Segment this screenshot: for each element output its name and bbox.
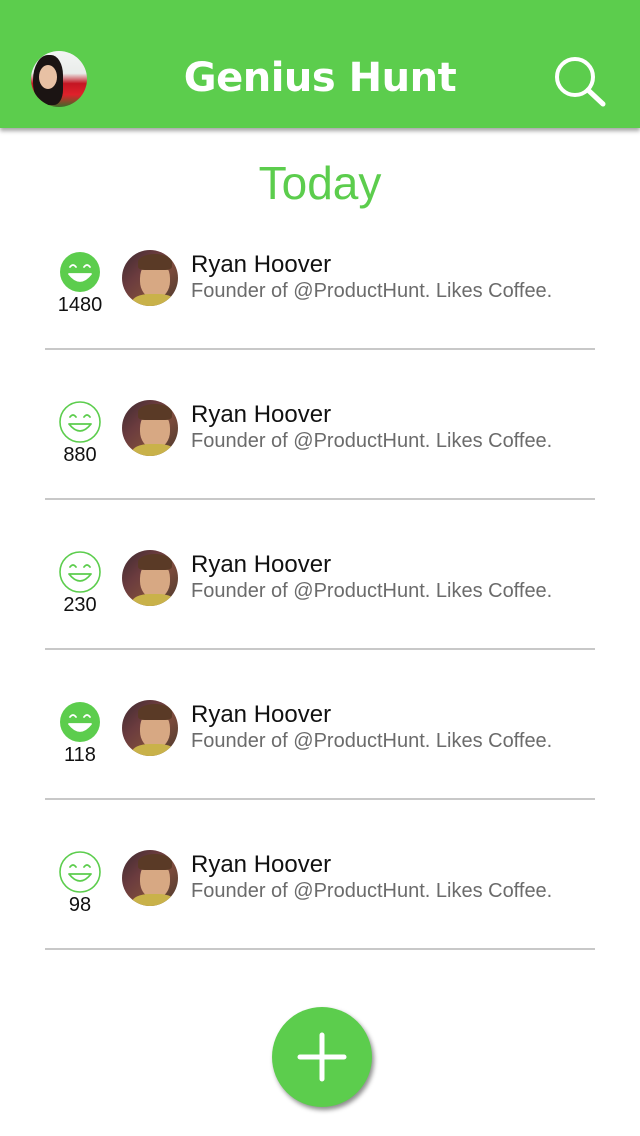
smiley-icon: [59, 401, 101, 443]
search-button[interactable]: [550, 52, 610, 108]
vote-count: 98: [68, 894, 92, 916]
vote-count: 230: [63, 594, 97, 616]
upvote-button[interactable]: 880: [50, 400, 110, 480]
avatar-shirt: [132, 894, 176, 906]
avatar-hair: [138, 254, 172, 270]
divider: [45, 498, 595, 500]
hunter-name[interactable]: Ryan Hoover: [191, 700, 331, 730]
upvote-button[interactable]: 230: [50, 550, 110, 630]
divider: [45, 948, 595, 950]
avatar-hair: [138, 404, 172, 420]
section-title: Today: [258, 157, 382, 209]
plus-icon: [297, 1032, 347, 1082]
upvote-button[interactable]: 98: [50, 850, 110, 930]
avatar-shirt: [132, 444, 176, 456]
hunter-name[interactable]: Ryan Hoover: [191, 550, 331, 580]
vote-count: 880: [63, 444, 97, 466]
avatar[interactable]: [122, 250, 178, 306]
smiley-icon: [59, 851, 101, 893]
app-header: Genius Hunt: [0, 0, 640, 128]
app-title: Genius Hunt: [183, 55, 457, 101]
search-icon: [555, 57, 606, 107]
avatar-hair: [138, 704, 172, 720]
avatar[interactable]: [122, 550, 178, 606]
divider: [45, 798, 595, 800]
add-button[interactable]: [272, 1007, 372, 1107]
avatar[interactable]: [122, 700, 178, 756]
avatar-shirt: [132, 594, 176, 606]
smiley-icon: [60, 252, 100, 292]
list-item[interactable]: 118 Ryan Hoover Founder of @ProductHunt. L…: [0, 700, 640, 850]
avatar-shirt: [132, 294, 176, 306]
hunter-bio: Founder of @ProductHunt. Likes Coffee.: [191, 430, 553, 452]
upvote-button[interactable]: 118: [50, 700, 110, 780]
avatar-hair: [138, 854, 172, 870]
hunter-bio: Founder of @ProductHunt. Likes Coffee.: [191, 280, 553, 302]
vote-count: 1480: [57, 294, 103, 316]
smiley-icon: [60, 702, 100, 742]
list-item[interactable]: 230 Ryan Hoover Founder of @ProductHunt. L…: [0, 550, 640, 700]
hunter-bio: Founder of @ProductHunt. Likes Coffee.: [191, 880, 553, 902]
divider: [45, 348, 595, 350]
upvote-button[interactable]: 1480: [50, 250, 110, 330]
hunter-name[interactable]: Ryan Hoover: [191, 850, 331, 880]
hunter-name[interactable]: Ryan Hoover: [191, 250, 331, 280]
avatar-hair: [138, 554, 172, 570]
divider: [45, 648, 595, 650]
list-item[interactable]: 98 Ryan Hoover Founder of @ProductHunt. Li…: [0, 850, 640, 1000]
list-item[interactable]: 1480 Ryan Hoover Founder of @ProductHunt. …: [0, 250, 640, 400]
smiley-icon: [59, 551, 101, 593]
vote-count: 118: [64, 744, 96, 766]
avatar[interactable]: [122, 400, 178, 456]
hunter-bio: Founder of @ProductHunt. Likes Coffee.: [191, 730, 553, 752]
list-item[interactable]: 880 Ryan Hoover Founder of @ProductHunt. L…: [0, 400, 640, 550]
avatar[interactable]: [122, 850, 178, 906]
hunter-name[interactable]: Ryan Hoover: [191, 400, 331, 430]
app-screen: Genius Hunt Today 1480 Ryan Hoover Founder…: [0, 0, 640, 1136]
avatar-shirt: [132, 744, 176, 756]
hunter-bio: Founder of @ProductHunt. Likes Coffee.: [191, 580, 553, 602]
